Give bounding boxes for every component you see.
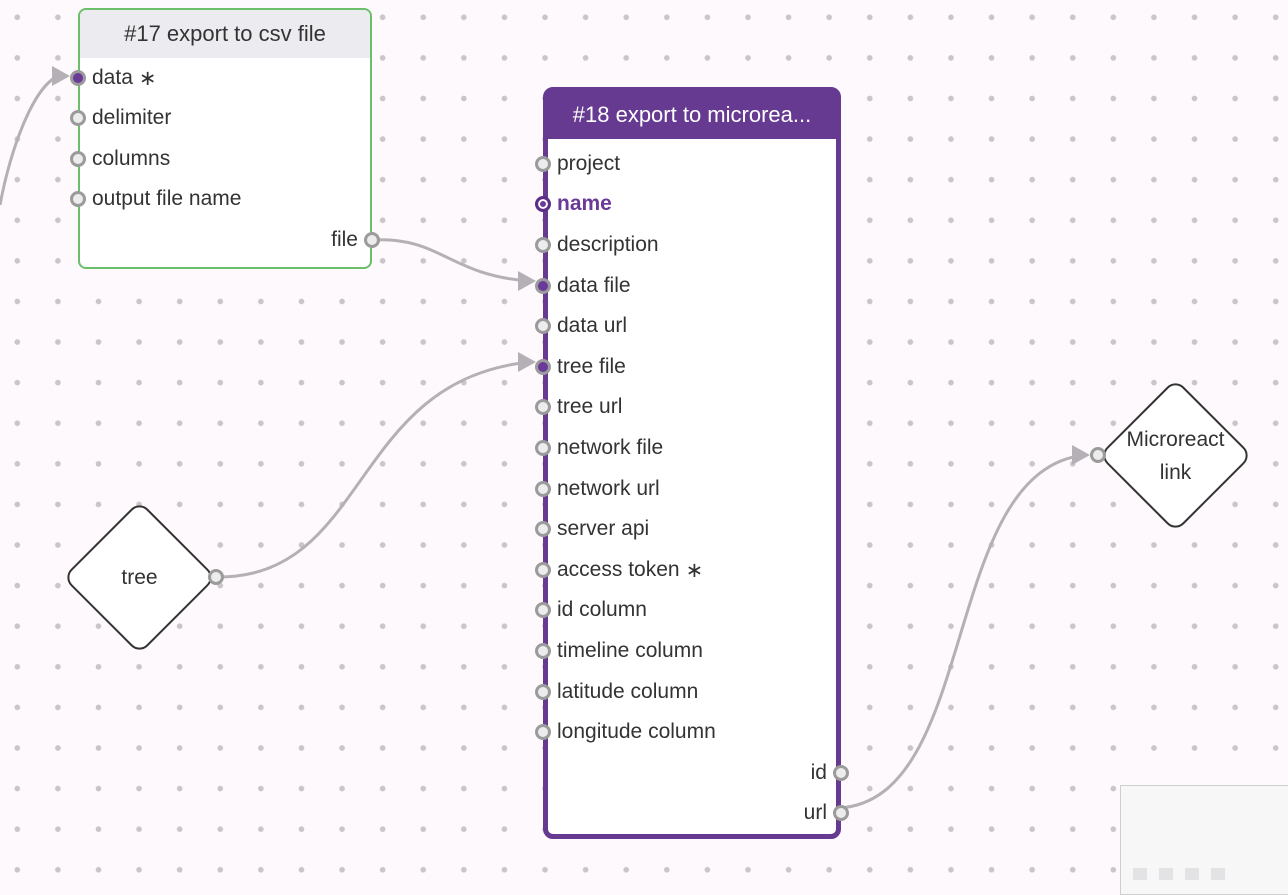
output-port-icon[interactable] <box>364 232 380 248</box>
mr-input-timeline-column[interactable]: timeline column <box>535 636 703 666</box>
port-label: tree url <box>557 395 623 418</box>
output-port-icon[interactable] <box>833 805 849 821</box>
input-port-icon[interactable] <box>535 318 551 334</box>
input-port-icon[interactable] <box>535 684 551 700</box>
port-label: network url <box>557 477 660 500</box>
input-port-icon[interactable] <box>70 110 86 126</box>
edge-csv-file-to-data-file <box>371 238 531 283</box>
csv-input-columns[interactable]: columns <box>70 144 170 174</box>
mr-input-data-file[interactable]: data file <box>535 271 631 301</box>
edge-arrow-microreact-link <box>1072 445 1090 465</box>
edge-data-into-csv <box>0 73 63 206</box>
mr-input-network-file[interactable]: network file <box>535 433 663 463</box>
mr-output-url[interactable]: url <box>804 798 849 828</box>
mr-output-id[interactable]: id <box>811 758 849 788</box>
input-port-icon[interactable] <box>535 440 551 456</box>
port-label: delimiter <box>92 106 172 129</box>
port-label: file <box>331 228 358 251</box>
mr-input-id-column[interactable]: id column <box>535 595 647 625</box>
minimap[interactable] <box>1120 785 1288 895</box>
input-port-icon[interactable] <box>535 521 551 537</box>
microreact-link-input-port-icon[interactable] <box>1090 447 1106 463</box>
mr-input-network-url[interactable]: network url <box>535 474 660 504</box>
input-port-icon[interactable] <box>535 196 551 212</box>
port-label: id column <box>557 598 647 621</box>
input-port-icon[interactable] <box>535 237 551 253</box>
port-label: latitude column <box>557 680 699 703</box>
edge-arrow-tree-file <box>518 352 536 372</box>
mr-input-name[interactable]: name <box>535 189 612 219</box>
port-label: access token <box>557 558 680 581</box>
minimap-block <box>1211 868 1225 880</box>
port-label: data file <box>557 274 631 297</box>
port-label: server api <box>557 517 650 540</box>
output-port-icon[interactable] <box>833 765 849 781</box>
input-port-icon[interactable] <box>535 481 551 497</box>
tree-output-port-icon[interactable] <box>208 569 224 585</box>
csv-input-data[interactable]: data ∗ <box>70 63 156 93</box>
csv-output-file[interactable]: file <box>331 225 380 255</box>
port-label: timeline column <box>557 639 703 662</box>
port-label: id <box>810 761 827 784</box>
export-microreact-node[interactable]: #18 export to microrea... project name d… <box>535 87 849 839</box>
edge-arrow-data-file <box>518 271 536 291</box>
port-label: columns <box>92 147 171 170</box>
mr-input-longitude-column[interactable]: longitude column <box>535 717 716 747</box>
port-label: name <box>557 192 612 215</box>
input-port-icon[interactable] <box>535 156 551 172</box>
csv-input-output-file-name[interactable]: output file name <box>70 184 241 214</box>
tree-input-label: tree <box>121 566 158 589</box>
workflow-canvas[interactable]: #17 export to csv file data ∗ delimiter … <box>0 0 1288 895</box>
input-port-icon[interactable] <box>535 724 551 740</box>
input-port-icon[interactable] <box>535 602 551 618</box>
edge-tree-to-tree-file <box>217 360 531 579</box>
export-microreact-node-title[interactable]: #18 export to microrea... <box>548 91 836 139</box>
tree-input-node[interactable]: tree <box>62 500 224 655</box>
port-label: network file <box>557 436 664 459</box>
mr-input-description[interactable]: description <box>535 230 659 260</box>
input-port-icon[interactable] <box>535 399 551 415</box>
required-mark: ∗ <box>138 66 157 90</box>
microreact-link-output-node[interactable]: Microreact link <box>1090 378 1253 533</box>
input-port-icon[interactable] <box>535 278 551 294</box>
edge-url-to-microreact-link <box>838 453 1086 810</box>
input-port-icon[interactable] <box>535 562 551 578</box>
port-label: longitude column <box>557 720 716 743</box>
export-csv-node-title[interactable]: #17 export to csv file <box>80 10 370 58</box>
mr-input-project[interactable]: project <box>535 149 620 179</box>
microreact-link-label: Microreact link <box>1126 427 1225 484</box>
input-port-icon[interactable] <box>535 643 551 659</box>
minimap-block <box>1159 868 1173 880</box>
mr-input-server-api[interactable]: server api <box>535 514 649 544</box>
port-label: tree file <box>557 355 626 378</box>
port-label: output file name <box>92 187 242 210</box>
port-label: description <box>557 233 659 256</box>
input-port-icon[interactable] <box>70 151 86 167</box>
csv-input-delimiter[interactable]: delimiter <box>70 103 171 133</box>
required-mark: ∗ <box>685 558 704 582</box>
input-port-icon[interactable] <box>535 359 551 375</box>
minimap-block <box>1185 868 1199 880</box>
mr-input-data-url[interactable]: data url <box>535 311 627 341</box>
edge-arrow-csv-data <box>52 66 70 86</box>
minimap-block <box>1133 868 1147 880</box>
input-port-icon[interactable] <box>70 70 86 86</box>
port-label: url <box>803 801 827 824</box>
port-label: data <box>92 66 133 89</box>
port-label: project <box>557 152 621 175</box>
mr-input-tree-url[interactable]: tree url <box>535 392 622 422</box>
input-port-icon[interactable] <box>70 191 86 207</box>
port-label: data url <box>557 314 628 337</box>
export-csv-node[interactable]: #17 export to csv file data ∗ delimiter … <box>70 8 380 269</box>
mr-input-latitude-column[interactable]: latitude column <box>535 677 698 707</box>
mr-input-access-token[interactable]: access token ∗ <box>535 555 703 585</box>
mr-input-tree-file[interactable]: tree file <box>535 352 626 382</box>
